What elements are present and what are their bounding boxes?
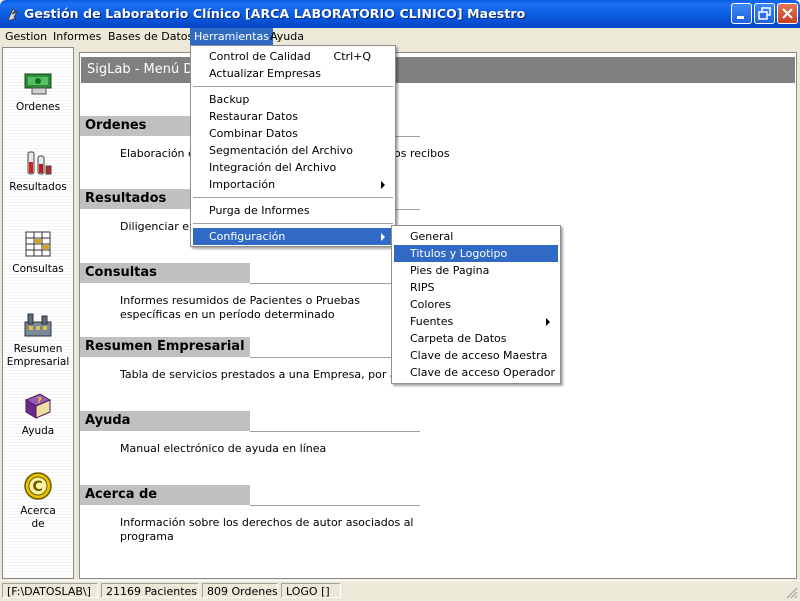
help-book-icon: ? <box>24 393 52 419</box>
panel-title: SigLab - Menú De <box>81 57 795 83</box>
section-desc-consultas: Informes resumidos de Pacientes o Prueba… <box>120 294 360 321</box>
menu-herramientas[interactable]: Herramientas <box>190 28 273 46</box>
restore-icon <box>758 7 771 20</box>
menu-item-carpeta-de-datos[interactable]: Carpeta de Datos <box>394 330 558 347</box>
menu-gestion[interactable]: Gestion <box>1 28 51 46</box>
menu-item-configuracion[interactable]: Configuración <box>193 228 393 245</box>
factory-icon <box>24 313 52 337</box>
menu-ayuda[interactable]: Ayuda <box>266 28 308 46</box>
section-header-resumen-empresarial[interactable]: Resumen Empresarial <box>80 337 250 357</box>
close-icon <box>782 8 793 19</box>
window-title: Gestión de Laboratorio Clínico [ARCA LAB… <box>24 6 526 21</box>
menu-separator <box>193 197 393 198</box>
resize-grip-icon[interactable] <box>786 587 798 599</box>
results-icon <box>27 151 52 175</box>
app-icon <box>7 8 18 21</box>
close-button[interactable] <box>777 3 798 24</box>
sidebar-item-acerca-de[interactable]: C Acerca de <box>3 470 73 531</box>
status-logo: LOGO [] <box>281 583 341 598</box>
menu-item-fuentes[interactable]: Fuentes <box>394 313 558 330</box>
menu-bar: Gestion Informes Bases de Datos Herramie… <box>0 28 800 46</box>
menu-informes[interactable]: Informes <box>49 28 105 46</box>
svg-text:C: C <box>33 479 43 495</box>
menu-item-pies-de-pagina[interactable]: Pies de Pagina <box>394 262 558 279</box>
herramientas-menu: Control de Calidad Ctrl+Q Actualizar Emp… <box>190 45 396 247</box>
menu-item-colores[interactable]: Colores <box>394 296 558 313</box>
submenu-arrow-icon <box>546 318 550 326</box>
menu-bases-de-datos[interactable]: Bases de Datos <box>104 28 197 46</box>
section-header-acerca-de[interactable]: Acerca de <box>80 485 250 505</box>
section-desc-ordenes-tail: os recibos <box>394 147 450 160</box>
sidebar: Ordenes Resultados Consultas Resumen Emp… <box>2 47 74 579</box>
sidebar-item-ayuda[interactable]: ? Ayuda <box>3 390 73 438</box>
menu-item-backup[interactable]: Backup <box>193 91 393 108</box>
section-divider <box>250 431 420 432</box>
menu-item-control-de-calidad[interactable]: Control de Calidad Ctrl+Q <box>193 48 393 65</box>
title-bar[interactable]: Gestión de Laboratorio Clínico [ARCA LAB… <box>0 0 800 28</box>
section-divider <box>250 505 420 506</box>
menu-item-clave-maestra[interactable]: Clave de acceso Maestra <box>394 347 558 364</box>
menu-separator <box>193 86 393 87</box>
submenu-arrow-icon <box>381 233 385 241</box>
sidebar-item-label: Ayuda <box>21 425 55 437</box>
sidebar-item-label: Acerca de <box>20 505 56 530</box>
status-path: [F:\DATOSLAB\] <box>2 583 98 598</box>
configuracion-submenu: General Titulos y Logotipo Pies de Pagin… <box>391 225 561 384</box>
status-bar: [F:\DATOSLAB\] 21169 Pacientes 809 Orden… <box>0 580 800 601</box>
menu-item-label: Control de Calidad <box>209 50 311 63</box>
status-patients: 21169 Pacientes <box>101 583 199 598</box>
sidebar-item-ordenes[interactable]: Ordenes <box>3 66 73 114</box>
svg-text:?: ? <box>37 396 42 405</box>
section-desc-acerca-de: Información sobre los derechos de autor … <box>120 516 414 543</box>
menu-item-combinar-datos[interactable]: Combinar Datos <box>193 125 393 142</box>
menu-item-purga-de-informes[interactable]: Purga de Informes <box>193 202 393 219</box>
menu-separator <box>193 223 393 224</box>
orders-icon <box>24 73 52 95</box>
queries-icon <box>25 231 51 257</box>
menu-item-titulos-y-logotipo[interactable]: Titulos y Logotipo <box>394 245 558 262</box>
status-orders: 809 Ordenes <box>202 583 278 598</box>
menu-item-label: Fuentes <box>410 315 454 328</box>
sidebar-item-label: Resumen Empresarial <box>6 343 70 368</box>
sidebar-item-label: Consultas <box>12 263 64 275</box>
minimize-button[interactable] <box>731 3 752 24</box>
sidebar-item-resumen-empresarial[interactable]: Resumen Empresarial <box>3 308 73 369</box>
menu-item-actualizar-empresas[interactable]: Actualizar Empresas <box>193 65 393 82</box>
sidebar-item-consultas[interactable]: Consultas <box>3 228 73 276</box>
menu-item-rips[interactable]: RIPS <box>394 279 558 296</box>
menu-item-restaurar-datos[interactable]: Restaurar Datos <box>193 108 393 125</box>
minimize-icon <box>737 16 744 19</box>
sidebar-item-resultados[interactable]: Resultados <box>3 146 73 194</box>
sidebar-item-label: Resultados <box>9 181 67 193</box>
menu-item-label: Importación <box>209 178 276 191</box>
submenu-arrow-icon <box>381 181 385 189</box>
section-header-ayuda[interactable]: Ayuda <box>80 411 250 431</box>
menu-item-general[interactable]: General <box>394 228 558 245</box>
maximize-button[interactable] <box>754 3 775 24</box>
menu-item-integracion[interactable]: Integración del Archivo <box>193 159 393 176</box>
menu-item-segmentacion[interactable]: Segmentación del Archivo <box>193 142 393 159</box>
shortcut-label: Ctrl+Q <box>333 50 371 63</box>
section-desc-ayuda: Manual electrónico de ayuda en línea <box>120 442 327 455</box>
copyright-icon: C <box>24 472 52 500</box>
sidebar-item-label: Ordenes <box>15 101 61 113</box>
menu-item-importacion[interactable]: Importación <box>193 176 393 193</box>
section-header-consultas[interactable]: Consultas <box>80 263 250 283</box>
menu-item-label: Configuración <box>209 230 286 243</box>
menu-item-clave-operador[interactable]: Clave de acceso Operador <box>394 364 558 381</box>
